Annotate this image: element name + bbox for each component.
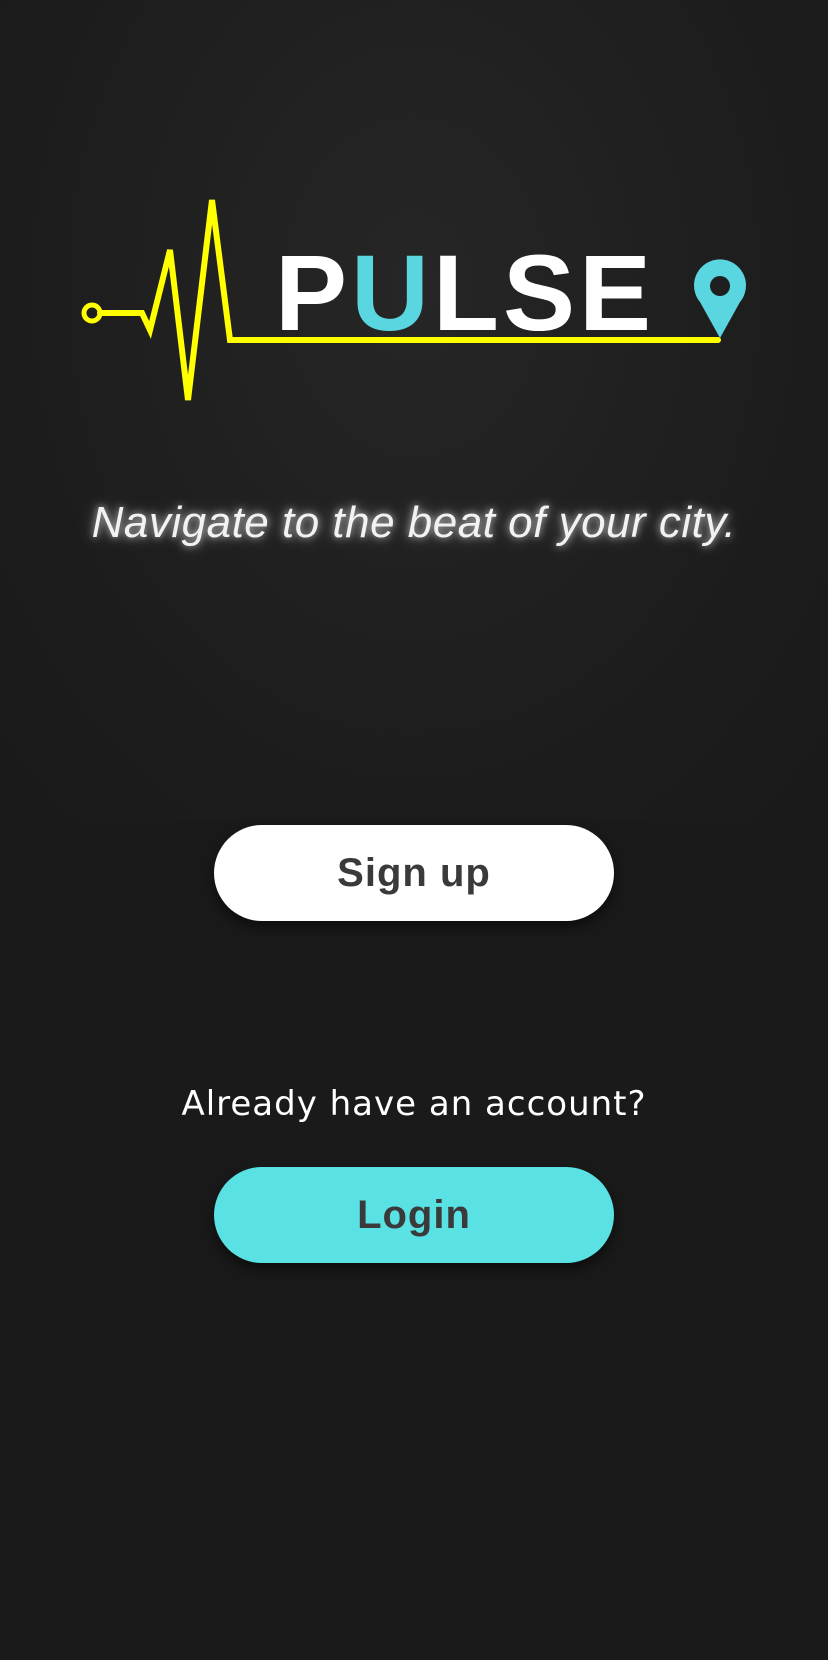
login-button[interactable]: Login [214,1167,614,1263]
logo-letters-lse: LSE [433,232,655,353]
login-prompt: Already have an account? [181,1084,647,1124]
logo-letter-p: P [275,232,351,353]
logo-wordmark: PULSE [275,232,655,353]
pulse-logo: PULSE [70,190,760,430]
signup-button[interactable]: Sign up [214,825,614,921]
tagline: Navigate to the beat of your city. [91,498,737,547]
logo-letter-u: U [351,232,433,353]
map-pin-icon [694,259,746,338]
